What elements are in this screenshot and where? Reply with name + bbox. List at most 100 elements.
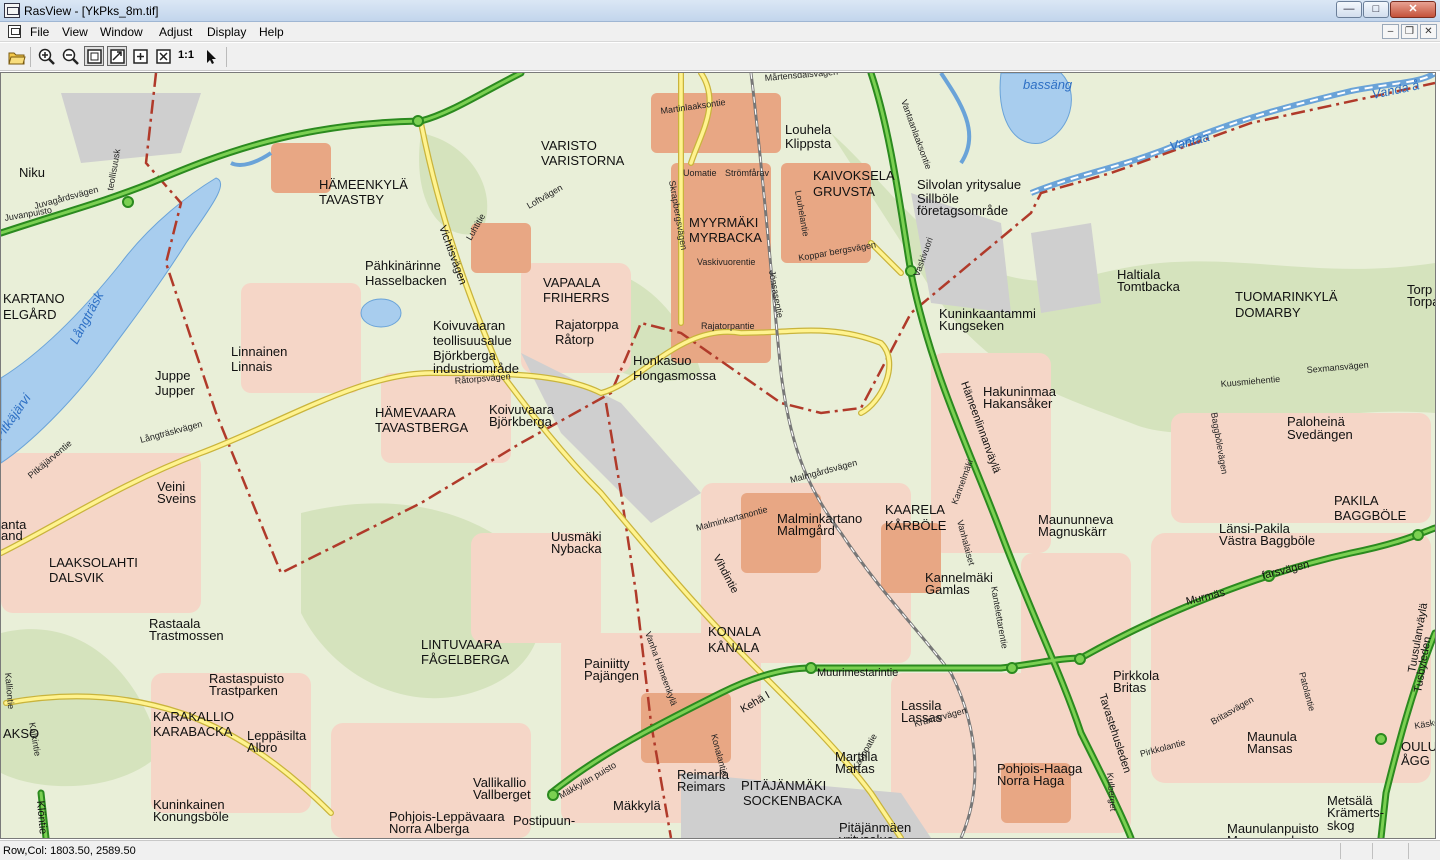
pond — [360, 298, 402, 328]
place-label: yritysalue — [839, 832, 894, 838]
place-label: Vallberget — [473, 787, 531, 802]
place-label: företagsområde — [917, 203, 1008, 218]
zoom-out-button[interactable] — [60, 46, 80, 66]
place-label: BAGGBÖLE — [1334, 508, 1407, 523]
zoom-in-button[interactable] — [36, 46, 56, 66]
place-label: Mansasparken — [1227, 833, 1312, 838]
actual-size-button[interactable]: 1:1 — [176, 46, 196, 66]
place-label: Pajängen — [584, 668, 639, 683]
menu-bar: File View Window Adjust Display Help – ❐… — [0, 22, 1440, 42]
place-label: OULU — [1401, 739, 1435, 754]
place-label: TAVASTBY — [319, 192, 384, 207]
menu-window[interactable]: Window — [100, 25, 143, 39]
place-label: Louhela — [785, 122, 832, 137]
place-label: Reimars — [677, 779, 726, 794]
maximize-icon: □ — [1372, 3, 1380, 15]
place-label: Nybacka — [551, 541, 602, 556]
place-label: Norra Haga — [997, 773, 1065, 788]
place-label: skog — [1327, 818, 1354, 833]
pointer-icon — [207, 50, 216, 64]
place-label: Trastmossen — [149, 628, 224, 643]
open-icon — [8, 52, 26, 65]
menu-display[interactable]: Display — [207, 25, 246, 39]
minimize-button[interactable]: — — [1336, 1, 1362, 18]
place-label: Gamlas — [925, 582, 970, 597]
status-panel — [1372, 843, 1406, 859]
place-label: DOMARBY — [1235, 305, 1301, 320]
zoom-out-icon — [62, 48, 79, 65]
mdi-restore-icon: ❐ — [1405, 26, 1414, 37]
place-label: KAARELA — [885, 502, 945, 517]
place-label: ELGÅRD — [3, 307, 56, 322]
place-label: Honkasuo — [633, 353, 692, 368]
open-button[interactable] — [6, 46, 26, 66]
mdi-restore-button[interactable]: ❐ — [1401, 24, 1418, 39]
window-title: RasView - [YkPks_8m.tif] — [24, 4, 159, 18]
toolbar-separator — [30, 47, 31, 67]
pointer-button[interactable] — [200, 46, 220, 66]
place-label: Silvolan yritysalue — [917, 177, 1021, 192]
place-label: VARISTO — [541, 138, 597, 153]
place-label: FÅGELBERGA — [421, 652, 509, 667]
mdi-close-button[interactable]: ✕ — [1420, 24, 1437, 39]
street-label: Strömfårav — [725, 168, 770, 178]
actual-size-label: 1:1 — [178, 49, 194, 61]
place-label: TUOMARINKYLÄ — [1235, 289, 1338, 304]
place-label: teollisuusalue — [433, 333, 512, 348]
place-label: FRIHERRS — [543, 290, 610, 305]
place-label: Postipuun- — [513, 813, 575, 828]
place-label: Rajatorppa — [555, 317, 619, 332]
menu-adjust[interactable]: Adjust — [159, 25, 192, 39]
place-label: KONALA — [708, 624, 761, 639]
place-label: KÅNALA — [708, 640, 760, 655]
document-icon[interactable] — [8, 25, 21, 38]
place-label: LAAKSOLAHTI — [49, 555, 138, 570]
place-label: HÄMEVAARA — [375, 405, 456, 420]
place-label: Norra Alberga — [389, 821, 470, 836]
close-icon: ✕ — [1408, 3, 1418, 15]
place-label: Mansas — [1247, 741, 1293, 756]
fit-window-button[interactable] — [84, 46, 104, 66]
place-label: Jupper — [155, 383, 195, 398]
fit-all-button[interactable] — [153, 46, 173, 66]
status-panel — [1340, 843, 1370, 859]
place-label: KARTANO — [3, 291, 65, 306]
place-label: Hasselbacken — [365, 273, 447, 288]
place-label: Magnuskärr — [1038, 524, 1107, 539]
place-label: Mäkkylä — [613, 798, 661, 813]
place-label: Juppe — [155, 368, 190, 383]
maximize-button[interactable]: □ — [1363, 1, 1389, 18]
place-label: Pähkinärinne — [365, 258, 441, 273]
street-label: Rajatorpantie — [701, 321, 755, 331]
place-label: Hakansåker — [983, 396, 1053, 411]
place-label: PITÄJÄNMÄKI — [741, 778, 826, 793]
zoom-in-icon — [38, 48, 55, 65]
map-viewport[interactable]: VARISTO VARISTORNA HÄMEENKYLÄ TAVASTBY Niku P… — [0, 72, 1436, 839]
place-label: MYRBACKA — [689, 230, 762, 245]
place-label: GRUVSTA — [813, 184, 875, 199]
fit-width-button[interactable] — [130, 46, 150, 66]
place-label: VARISTORNA — [541, 153, 625, 168]
place-label: Linnainen — [231, 344, 287, 359]
place-label: Malmgård — [777, 523, 835, 538]
place-label: Klippsta — [785, 136, 832, 151]
place-label: KAIVOKSELA — [813, 168, 895, 183]
place-label: Sveins — [157, 491, 197, 506]
place-label: VAPAALA — [543, 275, 601, 290]
mdi-minimize-button[interactable]: – — [1382, 24, 1399, 39]
menu-view[interactable]: View — [62, 25, 88, 39]
menu-file[interactable]: File — [30, 25, 49, 39]
place-label: Niku — [19, 165, 45, 180]
place-label: HÄMEENKYLÄ — [319, 177, 408, 192]
street-label: Uomatie — [683, 168, 717, 178]
place-label: and — [1, 528, 23, 543]
minimize-icon: — — [1343, 3, 1355, 15]
map-canvas: VARISTOVARISTORNA HÄMEENKYLÄTAVASTBY Niku P… — [1, 73, 1435, 838]
pan-button[interactable] — [107, 46, 127, 66]
app-icon[interactable] — [4, 3, 20, 18]
close-button[interactable]: ✕ — [1390, 1, 1436, 18]
place-label: LINTUVAARA — [421, 637, 502, 652]
place-label: Svedängen — [1287, 427, 1353, 442]
menu-help[interactable]: Help — [259, 25, 284, 39]
place-label: TAVASTBERGA — [375, 420, 469, 435]
